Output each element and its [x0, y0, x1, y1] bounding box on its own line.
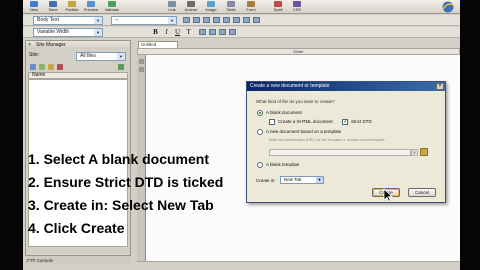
paragraph-format-select[interactable]: Body Text ▼ [33, 16, 103, 25]
strict-dtd-label: Strict DTD [351, 119, 372, 124]
mouse-cursor-icon [383, 188, 393, 202]
instruction-step-1: 1. Select A blank document [28, 151, 210, 167]
template-path-input[interactable] [269, 149, 411, 156]
smaller-font-icon[interactable] [203, 17, 210, 23]
align-right-icon[interactable] [219, 29, 226, 35]
create-in-select[interactable]: New Tab ▼ [280, 176, 324, 184]
validate-button[interactable]: Validate [103, 1, 121, 13]
chevron-down-icon[interactable]: ▼ [411, 149, 418, 156]
blank-template-radio[interactable] [257, 162, 263, 168]
close-icon[interactable]: × [28, 41, 31, 49]
outdent-icon[interactable] [243, 17, 250, 23]
publish-button[interactable]: Publish [63, 1, 81, 13]
font-family-select[interactable]: Variable Width ▼ [33, 28, 103, 37]
format-toolbar-top: Body Text ▼ -- ▼ [23, 15, 460, 26]
preview-button[interactable]: Preview [82, 1, 100, 13]
rename-icon[interactable] [48, 64, 54, 70]
browse-folder-icon[interactable] [420, 148, 428, 156]
xhtml-checkbox[interactable] [269, 119, 275, 125]
table-button[interactable]: Table [222, 1, 240, 13]
new-document-dialog: Create a new document or template × What… [246, 81, 446, 203]
image-button[interactable]: Image [202, 1, 220, 13]
tab-untitled[interactable]: Untitled [138, 41, 178, 48]
typewriter-button[interactable]: T [184, 28, 193, 37]
instruction-step-4: 4. Click Create [28, 220, 125, 236]
chevron-down-icon: ▼ [94, 29, 102, 36]
name-column-header[interactable]: Name [28, 72, 128, 79]
chevron-down-icon: ▼ [117, 53, 125, 60]
highlight-icon[interactable] [193, 17, 200, 23]
blank-template-label: A blank template [266, 162, 300, 167]
template-hint: Enter the path/location (URL) for the te… [269, 138, 386, 142]
blank-document-label: A blank document [266, 110, 302, 115]
edit-sites-icon[interactable] [30, 64, 36, 70]
instruction-step-3: 3. Create in: Select New Tab [28, 197, 214, 213]
instruction-step-2: 2. Ensure Strict DTD is ticked [28, 174, 224, 190]
larger-font-icon[interactable] [213, 17, 220, 23]
anchor-button[interactable]: Anchor [182, 1, 200, 13]
site-manager-header: × Site Manager [26, 41, 130, 49]
dialog-title: Create a new document or template [247, 82, 445, 91]
css-button[interactable]: CSS [288, 1, 306, 13]
chevron-down-icon: ▼ [316, 177, 323, 183]
side-icon[interactable] [139, 59, 144, 64]
xhtml-label: Create a XHTML document [278, 119, 333, 124]
main-toolbar: New Save Publish Preview Validate Link A… [23, 0, 460, 14]
site-select[interactable]: All files ▼ [76, 52, 126, 61]
font-size-select[interactable]: -- ▼ [111, 16, 177, 25]
format-toolbar-bottom: Variable Width ▼ B I U T [23, 27, 460, 38]
side-icon[interactable] [139, 67, 144, 72]
template-label: A new document based on a template [266, 129, 342, 134]
app-logo-icon [442, 1, 454, 13]
new-button[interactable]: New [25, 1, 43, 13]
create-in-label: Create in: [256, 178, 276, 183]
template-radio[interactable] [257, 129, 263, 135]
close-button[interactable]: × [436, 83, 444, 90]
text-color-icon[interactable] [183, 17, 190, 23]
italic-button[interactable]: I [162, 28, 171, 37]
blank-document-radio[interactable] [257, 110, 263, 116]
editor-ruler: Wider [137, 48, 460, 55]
chevron-down-icon: ▼ [168, 17, 176, 24]
ftp-console-bar[interactable]: FTP Console [25, 256, 131, 265]
spell-button[interactable]: Spell [269, 1, 287, 13]
save-button[interactable]: Save [44, 1, 62, 13]
align-justify-icon[interactable] [229, 29, 236, 35]
editor-status-bar [137, 261, 460, 270]
dialog-question: What kind of file do you want to create? [256, 99, 335, 104]
site-manager-toolbar [28, 63, 128, 71]
cancel-button[interactable]: Cancel [408, 188, 436, 197]
application-window: New Save Publish Preview Validate Link A… [0, 0, 480, 270]
align-center-icon[interactable] [209, 29, 216, 35]
delete-icon[interactable] [57, 64, 63, 70]
numbered-list-icon[interactable] [233, 17, 240, 23]
strict-dtd-checkbox[interactable]: ✓ [342, 119, 348, 125]
link-button[interactable]: Link [163, 1, 181, 13]
underline-button[interactable]: U [173, 28, 182, 37]
chevron-down-icon: ▼ [94, 17, 102, 24]
indent-icon[interactable] [253, 17, 260, 23]
align-left-icon[interactable] [199, 29, 206, 35]
right-frame-bar [460, 0, 480, 270]
left-frame-bar [0, 0, 23, 270]
refresh-icon[interactable] [118, 64, 124, 70]
bold-button[interactable]: B [151, 28, 160, 37]
form-button[interactable]: Form [242, 1, 260, 13]
bullet-list-icon[interactable] [223, 17, 230, 23]
new-folder-icon[interactable] [39, 64, 45, 70]
